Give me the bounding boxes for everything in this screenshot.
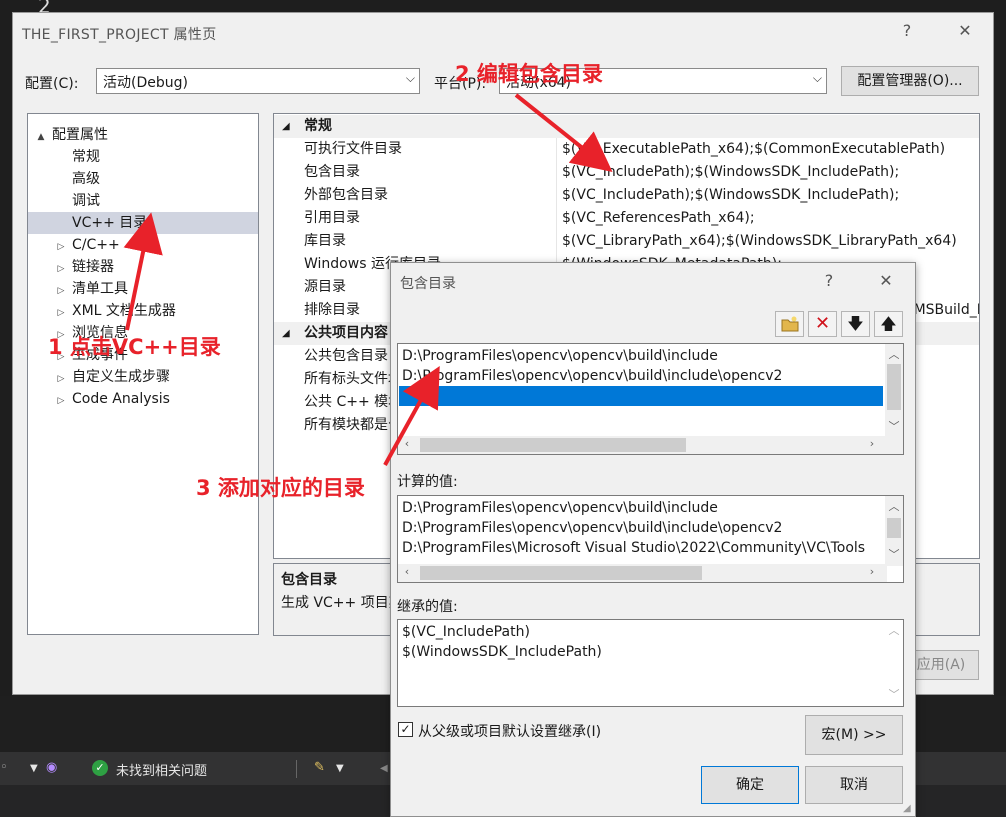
- annotation-arrows: [123, 93, 613, 466]
- annotation-step-1: 1 点击VC++目录: [48, 335, 221, 359]
- annotation-arrow-2: [514, 93, 613, 172]
- annotation-step-3: 3 添加对应的目录: [196, 476, 365, 500]
- annotation-step-2: 2 编辑包含目录: [455, 62, 603, 86]
- annotation-arrow-3: [383, 365, 440, 466]
- annotation-arrow-1: [123, 212, 163, 331]
